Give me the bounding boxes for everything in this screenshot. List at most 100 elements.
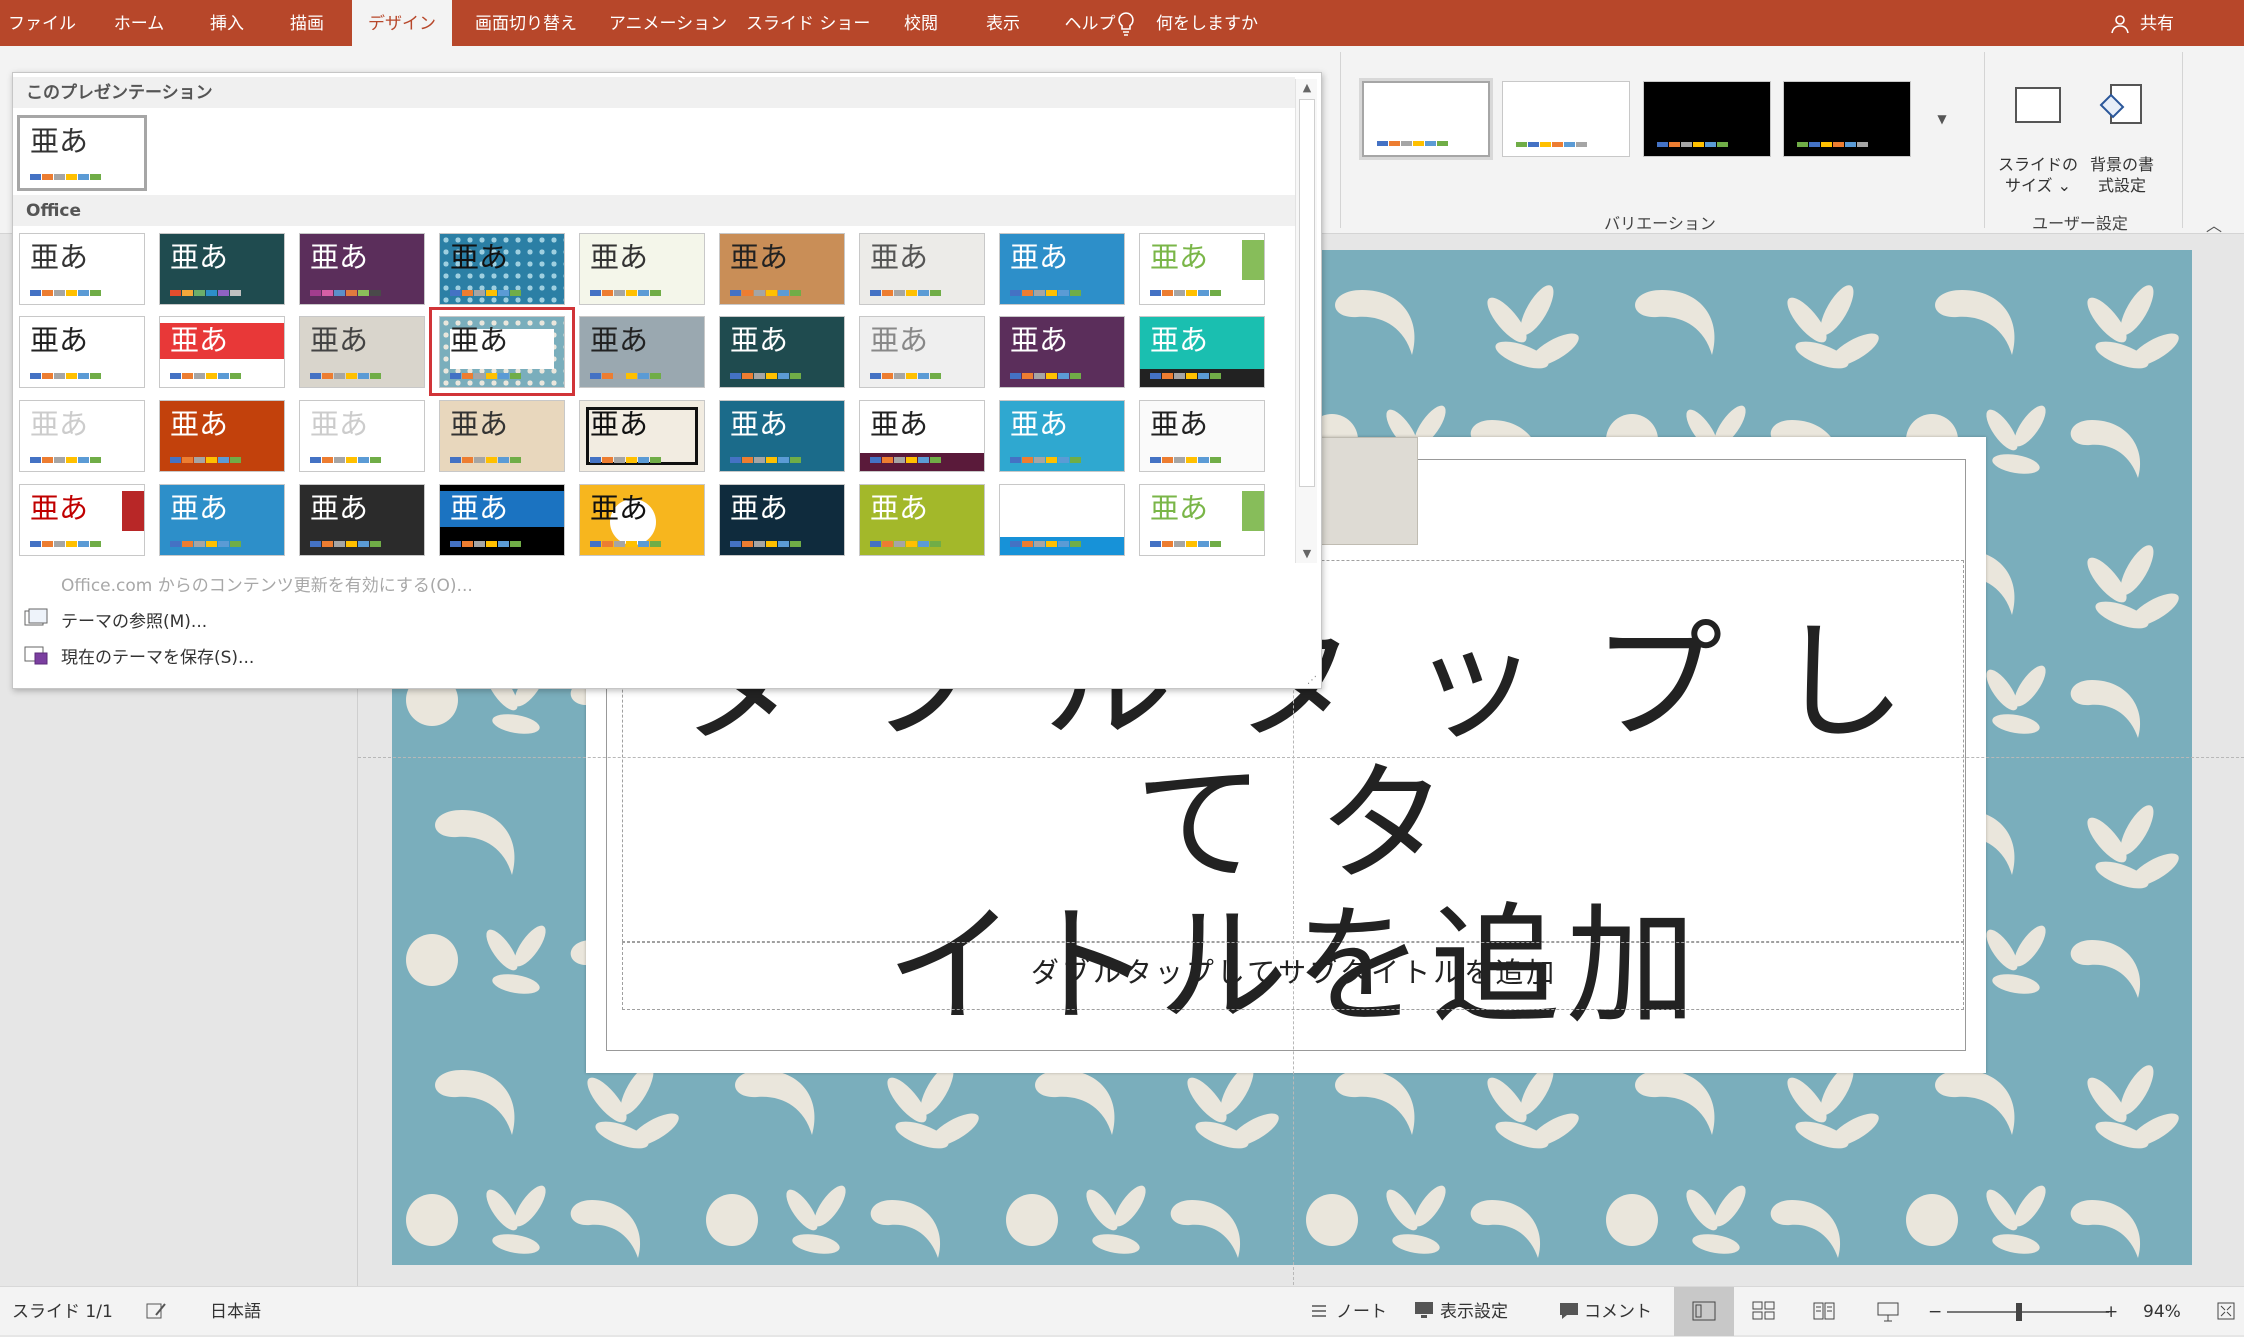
save-current-theme-item[interactable]: 現在のテーマを保存(S)... bbox=[61, 643, 254, 668]
theme-thumbnail-35[interactable]: 亜あ bbox=[999, 484, 1125, 556]
fit-to-window-icon[interactable] bbox=[2216, 1301, 2236, 1321]
theme-thumbnail-26[interactable]: 亜あ bbox=[999, 400, 1125, 472]
zoom-slider[interactable] bbox=[1947, 1311, 2109, 1313]
scroll-down-icon[interactable]: ▼ bbox=[1296, 545, 1318, 563]
thumb-sample-text: 亜あ bbox=[1150, 491, 1209, 525]
tab-3[interactable]: 描画 bbox=[274, 0, 340, 46]
theme-thumbnail-15[interactable]: 亜あ bbox=[719, 316, 845, 388]
thumb-sample-text: 亜あ bbox=[590, 323, 649, 357]
theme-thumbnail-16[interactable]: 亜あ bbox=[859, 316, 985, 388]
theme-thumbnail-1[interactable]: 亜あ bbox=[19, 233, 145, 305]
theme-thumbnail-14[interactable]: 亜あ bbox=[579, 316, 705, 388]
variant-2[interactable] bbox=[1502, 81, 1630, 157]
variant-1[interactable] bbox=[1359, 78, 1493, 160]
zoom-out-button[interactable]: − bbox=[1928, 1287, 1942, 1337]
slide-sorter-button[interactable] bbox=[1734, 1287, 1794, 1336]
resize-grip-icon[interactable]: ⋰ bbox=[1307, 675, 1317, 686]
theme-thumbnail-10[interactable]: 亜あ bbox=[19, 316, 145, 388]
slideshow-button[interactable] bbox=[1858, 1287, 1918, 1336]
tab-2[interactable]: 挿入 bbox=[194, 0, 260, 46]
zoom-in-button[interactable]: + bbox=[2104, 1287, 2118, 1337]
variant-4[interactable] bbox=[1783, 81, 1911, 157]
tab-7[interactable]: スライド ショー bbox=[746, 0, 870, 46]
theme-thumbnail-12[interactable]: 亜あ bbox=[299, 316, 425, 388]
theme-thumbnail-22[interactable]: 亜あ bbox=[439, 400, 565, 472]
theme-thumbnail-8[interactable]: 亜あ bbox=[999, 233, 1125, 305]
thumb-color-swatch bbox=[450, 290, 521, 296]
variant-3[interactable] bbox=[1643, 81, 1771, 157]
theme-thumbnail-34[interactable]: 亜あ bbox=[859, 484, 985, 556]
comments-button[interactable]: コメント bbox=[1584, 1287, 1652, 1337]
comment-icon bbox=[1560, 1303, 1578, 1319]
thumb-color-swatch bbox=[1010, 457, 1081, 463]
thumb-color-swatch bbox=[310, 373, 381, 379]
collapse-ribbon-icon[interactable]: ︿ bbox=[2206, 212, 2222, 236]
notes-button[interactable]: ノート bbox=[1336, 1287, 1387, 1337]
theme-thumbnail-0[interactable]: 亜あ bbox=[17, 115, 147, 191]
theme-thumbnail-3[interactable]: 亜あ bbox=[299, 233, 425, 305]
share-button[interactable]: 共有 bbox=[2111, 0, 2174, 46]
theme-thumbnail-28[interactable]: 亜あ bbox=[19, 484, 145, 556]
theme-thumbnail-20[interactable]: 亜あ bbox=[159, 400, 285, 472]
theme-thumbnail-2[interactable]: 亜あ bbox=[159, 233, 285, 305]
variations-group-label: バリエーション bbox=[1604, 214, 1716, 233]
format-background-icon bbox=[2097, 83, 2147, 129]
theme-thumbnail-17[interactable]: 亜あ bbox=[999, 316, 1125, 388]
tab-8[interactable]: 校閲 bbox=[888, 0, 954, 46]
theme-thumbnail-36[interactable]: 亜あ bbox=[1139, 484, 1265, 556]
theme-thumbnail-5[interactable]: 亜あ bbox=[579, 233, 705, 305]
tab-6[interactable]: アニメーション bbox=[604, 0, 732, 46]
reading-view-button[interactable] bbox=[1794, 1287, 1854, 1336]
thumb-sample-text: 亜あ bbox=[870, 491, 929, 525]
ribbon-separator bbox=[1984, 52, 1985, 228]
thumb-color-swatch bbox=[1150, 290, 1221, 296]
thumb-sample-text: 亜あ bbox=[730, 323, 789, 357]
theme-thumbnail-11[interactable]: 亜あ bbox=[159, 316, 285, 388]
theme-thumbnail-24[interactable]: 亜あ bbox=[719, 400, 845, 472]
theme-thumbnail-31[interactable]: 亜あ bbox=[439, 484, 565, 556]
theme-thumbnail-29[interactable]: 亜あ bbox=[159, 484, 285, 556]
theme-thumbnail-25[interactable]: 亜あ bbox=[859, 400, 985, 472]
thumb-color-swatch bbox=[450, 541, 521, 547]
scroll-up-icon[interactable]: ▲ bbox=[1296, 79, 1318, 97]
scrollbar-thumb[interactable] bbox=[1299, 99, 1315, 487]
zoom-slider-knob[interactable] bbox=[2016, 1303, 2022, 1321]
tab-4[interactable]: デザイン bbox=[352, 0, 452, 46]
spell-check-icon[interactable] bbox=[146, 1301, 168, 1321]
share-label: 共有 bbox=[2140, 14, 2174, 34]
slide-size-button[interactable]: スライドの サイズ ⌄ bbox=[1998, 62, 2078, 196]
thumb-sample-text: 亜あ bbox=[30, 407, 89, 441]
theme-thumbnail-33[interactable]: 亜あ bbox=[719, 484, 845, 556]
gallery-scrollbar[interactable]: ▲ ▼ bbox=[1295, 79, 1317, 563]
theme-thumbnail-6[interactable]: 亜あ bbox=[719, 233, 845, 305]
thumb-sample-text: 亜あ bbox=[170, 323, 229, 357]
tab-1[interactable]: ホーム bbox=[98, 0, 180, 46]
tab-5[interactable]: 画面切り替え bbox=[464, 0, 588, 46]
theme-thumbnail-30[interactable]: 亜あ bbox=[299, 484, 425, 556]
thumb-sample-text: 亜あ bbox=[170, 240, 229, 274]
theme-thumbnail-9[interactable]: 亜あ bbox=[1139, 233, 1265, 305]
theme-thumbnail-23[interactable]: 亜あ bbox=[579, 400, 705, 472]
variants-more-button[interactable]: ▼ bbox=[1926, 81, 1958, 157]
language-indicator[interactable]: 日本語 bbox=[210, 1287, 261, 1337]
enable-content-updates-item: Office.com からのコンテンツ更新を有効にする(O)... bbox=[61, 576, 473, 596]
theme-thumbnail-4[interactable]: 亜あ bbox=[439, 233, 565, 305]
thumb-sample-text: 亜あ bbox=[1150, 323, 1209, 357]
normal-view-button[interactable] bbox=[1674, 1287, 1734, 1336]
tell-me-search[interactable]: 何をしますか bbox=[1118, 0, 1258, 46]
thumb-sample-text: 亜あ bbox=[1010, 407, 1069, 441]
variant-swatch bbox=[1516, 142, 1587, 147]
theme-thumbnail-7[interactable]: 亜あ bbox=[859, 233, 985, 305]
theme-thumbnail-27[interactable]: 亜あ bbox=[1139, 400, 1265, 472]
theme-thumbnail-19[interactable]: 亜あ bbox=[19, 400, 145, 472]
theme-thumbnail-21[interactable]: 亜あ bbox=[299, 400, 425, 472]
thumb-accent bbox=[1242, 240, 1264, 280]
tab-0[interactable]: ファイル bbox=[0, 0, 84, 46]
theme-thumbnail-32[interactable]: 亜あ bbox=[579, 484, 705, 556]
browse-themes-item[interactable]: テーマの参照(M)... bbox=[61, 607, 207, 632]
zoom-level[interactable]: 94% bbox=[2143, 1287, 2181, 1337]
format-background-button[interactable]: 背景の書 式設定 bbox=[2082, 62, 2162, 196]
tab-9[interactable]: 表示 bbox=[970, 0, 1036, 46]
theme-thumbnail-18[interactable]: 亜あ bbox=[1139, 316, 1265, 388]
display-settings-button[interactable]: 表示設定 bbox=[1440, 1287, 1508, 1337]
